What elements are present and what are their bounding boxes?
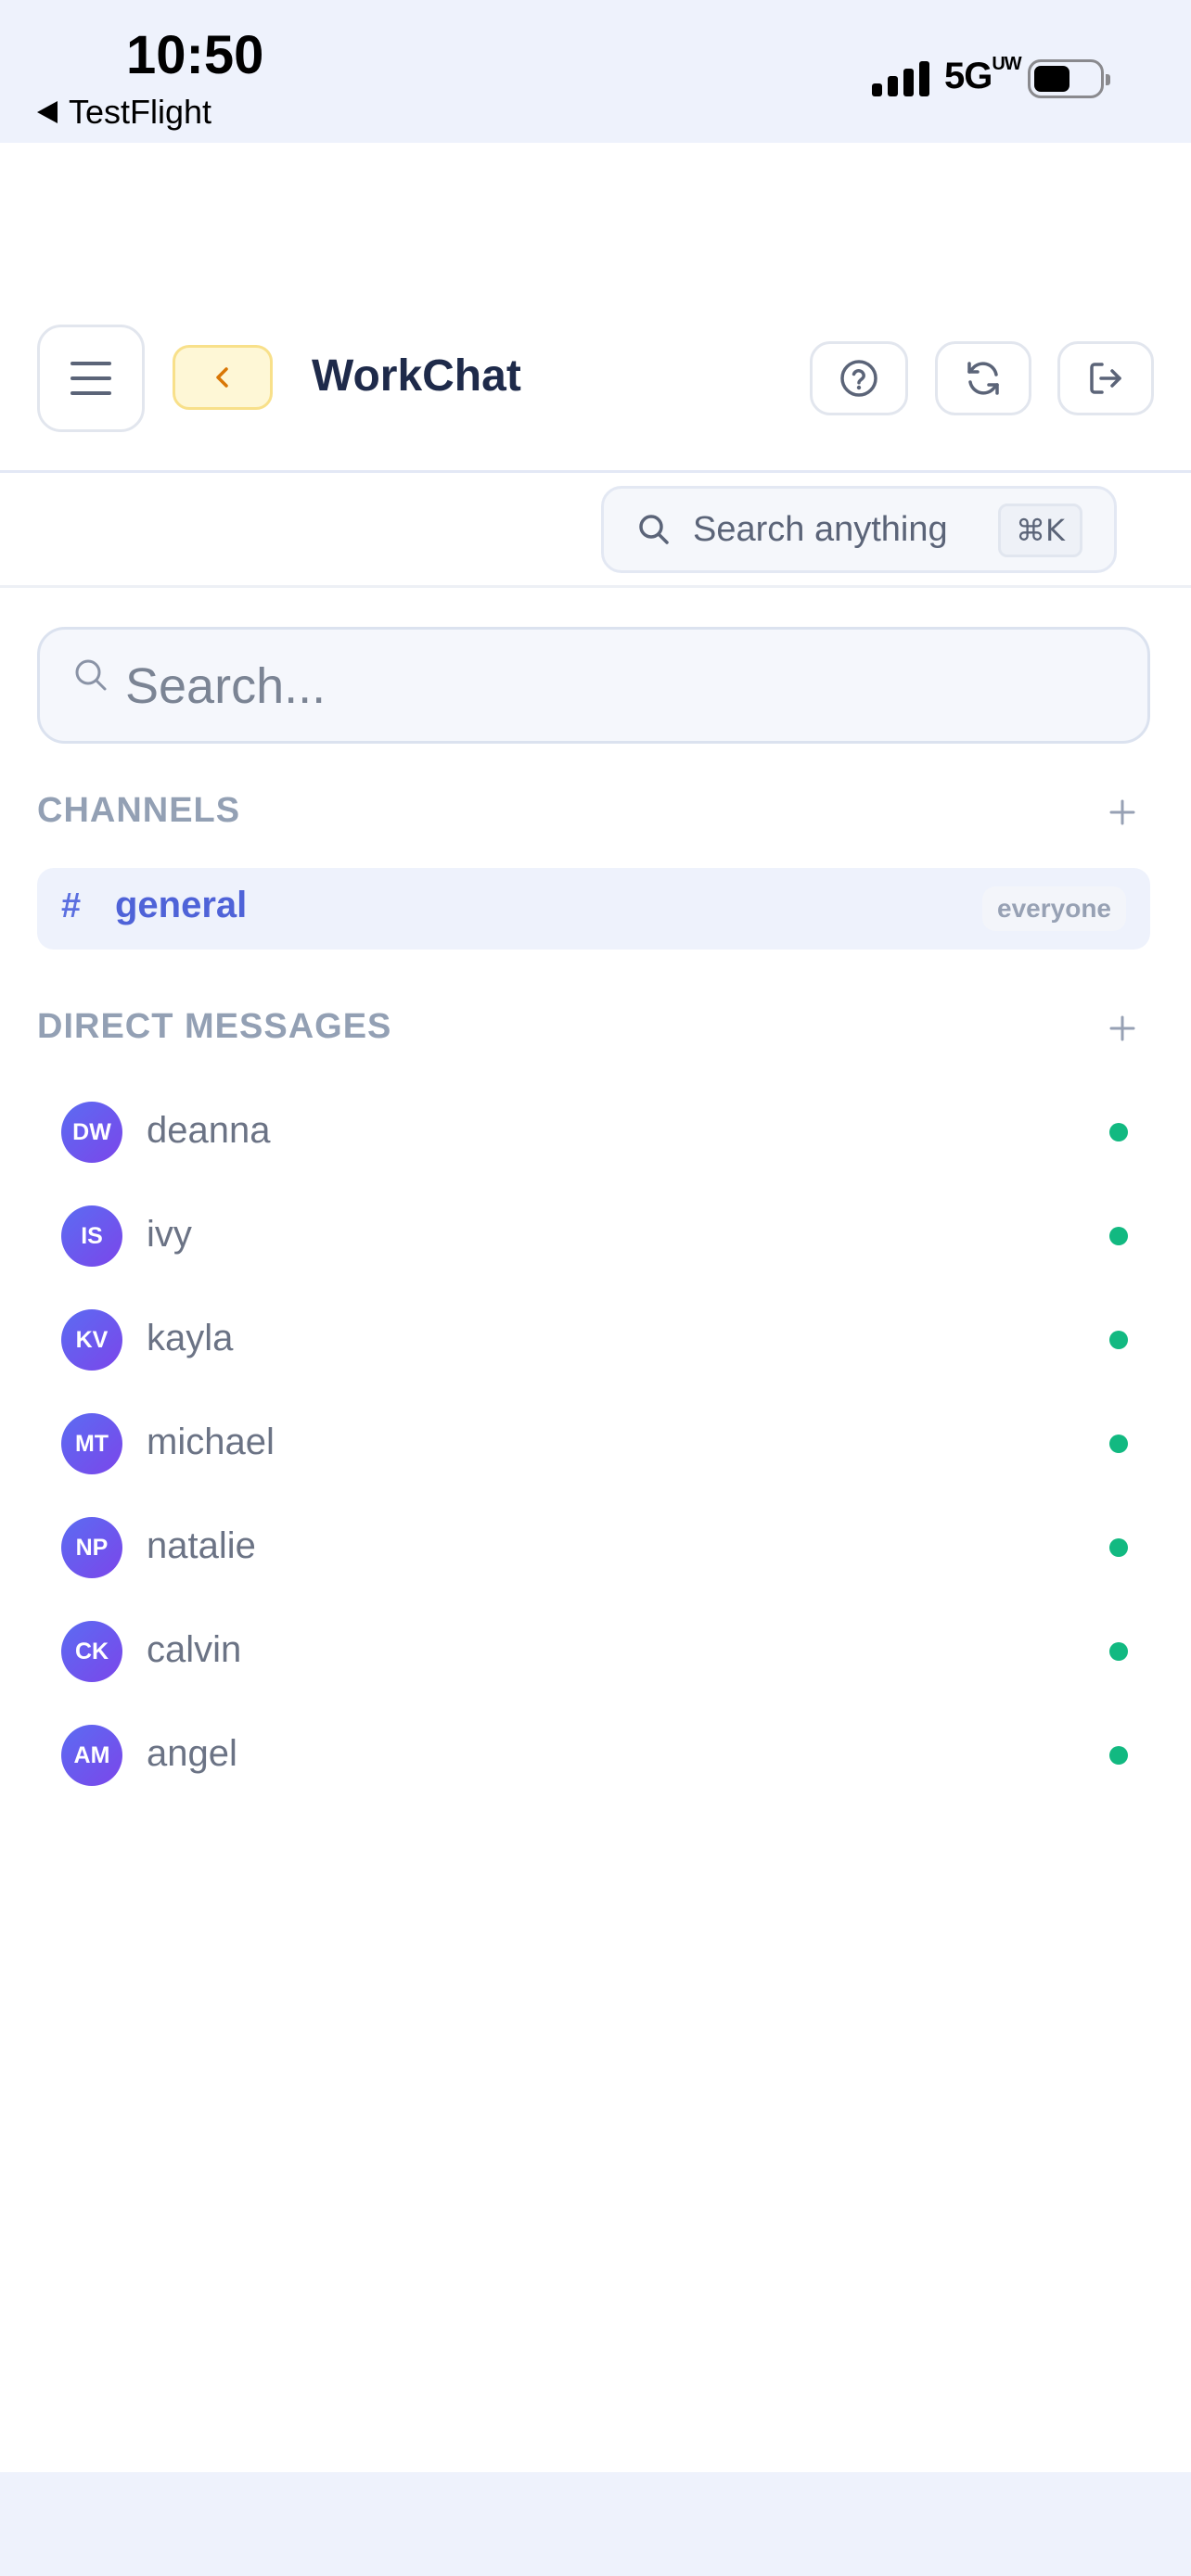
help-circle-icon bbox=[840, 360, 877, 397]
back-app-label: TestFlight bbox=[69, 93, 212, 131]
avatar: IS bbox=[61, 1205, 122, 1267]
search-icon bbox=[639, 515, 669, 544]
online-status-dot bbox=[1109, 1123, 1128, 1141]
avatar: AM bbox=[61, 1725, 122, 1786]
dm-item-michael[interactable]: MT michael bbox=[37, 1392, 1150, 1496]
add-direct-message-button[interactable] bbox=[1104, 1010, 1141, 1047]
cellular-signal-icon bbox=[872, 61, 929, 96]
direct-messages-section-title: DIRECT MESSAGES bbox=[37, 1007, 392, 1046]
chevron-left-icon bbox=[216, 367, 228, 388]
online-status-dot bbox=[1109, 1227, 1128, 1245]
network-suffix: UW bbox=[992, 54, 1021, 74]
search-bar-row: Search anything ⌘K bbox=[0, 473, 1191, 588]
direct-message-list: DW deanna IS ivy KV kayla MT michael NP … bbox=[37, 1080, 1150, 1807]
hash-icon: # bbox=[61, 886, 82, 925]
network-indicator: 5GUW bbox=[944, 54, 1022, 97]
dm-item-calvin[interactable]: CK calvin bbox=[37, 1600, 1150, 1703]
status-bar: 10:50 TestFlight 5GUW bbox=[0, 0, 1191, 143]
dm-item-natalie[interactable]: NP natalie bbox=[37, 1496, 1150, 1600]
channels-section-title: CHANNELS bbox=[37, 791, 241, 830]
keyboard-shortcut-badge: ⌘K bbox=[998, 504, 1082, 557]
dm-name: kayla bbox=[147, 1318, 234, 1358]
dm-name: calvin bbox=[147, 1629, 242, 1670]
dm-name: natalie bbox=[147, 1525, 256, 1566]
logout-button[interactable] bbox=[1057, 341, 1154, 415]
avatar: CK bbox=[61, 1621, 122, 1682]
global-search-label: Search anything bbox=[693, 509, 948, 549]
add-channel-button[interactable] bbox=[1104, 794, 1141, 831]
help-button[interactable] bbox=[810, 341, 908, 415]
dm-item-kayla[interactable]: KV kayla bbox=[37, 1288, 1150, 1392]
plus-icon bbox=[1109, 799, 1135, 825]
dm-name: ivy bbox=[147, 1214, 192, 1255]
channel-item-general[interactable]: # general everyone bbox=[37, 868, 1150, 950]
dm-item-ivy[interactable]: IS ivy bbox=[37, 1184, 1150, 1288]
status-time: 10:50 bbox=[126, 25, 264, 85]
logout-icon bbox=[1090, 363, 1121, 394]
online-status-dot bbox=[1109, 1435, 1128, 1453]
sidebar-search-input[interactable] bbox=[125, 656, 1127, 717]
channel-name: general bbox=[115, 885, 248, 925]
app-screen: 10:50 TestFlight 5GUW WorkChat Search an… bbox=[0, 0, 1191, 2576]
dm-name: deanna bbox=[147, 1110, 271, 1151]
sidebar-search-field[interactable] bbox=[37, 627, 1150, 744]
back-button[interactable] bbox=[173, 345, 273, 410]
refresh-icon bbox=[967, 362, 999, 395]
avatar: KV bbox=[61, 1309, 122, 1371]
dm-name: angel bbox=[147, 1733, 237, 1774]
back-to-app-link[interactable]: TestFlight bbox=[37, 93, 211, 132]
battery-icon bbox=[1028, 59, 1110, 98]
online-status-dot bbox=[1109, 1746, 1128, 1765]
online-status-dot bbox=[1109, 1642, 1128, 1661]
search-icon bbox=[75, 659, 107, 691]
global-search-button[interactable]: Search anything ⌘K bbox=[601, 486, 1117, 573]
online-status-dot bbox=[1109, 1331, 1128, 1349]
back-triangle-icon bbox=[37, 101, 58, 123]
plus-icon bbox=[1109, 1015, 1135, 1041]
avatar: MT bbox=[61, 1413, 122, 1474]
network-type: 5G bbox=[944, 56, 992, 96]
bottom-safe-area bbox=[0, 2472, 1191, 2576]
avatar: DW bbox=[61, 1102, 122, 1163]
dm-item-deanna[interactable]: DW deanna bbox=[37, 1080, 1150, 1184]
menu-button[interactable] bbox=[37, 325, 145, 432]
channel-badge: everyone bbox=[982, 886, 1126, 931]
avatar: NP bbox=[61, 1517, 122, 1578]
app-header: WorkChat bbox=[0, 306, 1191, 473]
menu-icon bbox=[70, 362, 111, 395]
online-status-dot bbox=[1109, 1538, 1128, 1557]
refresh-button[interactable] bbox=[935, 341, 1031, 415]
dm-name: michael bbox=[147, 1422, 275, 1462]
app-title: WorkChat bbox=[312, 351, 521, 401]
dm-item-angel[interactable]: AM angel bbox=[37, 1703, 1150, 1807]
